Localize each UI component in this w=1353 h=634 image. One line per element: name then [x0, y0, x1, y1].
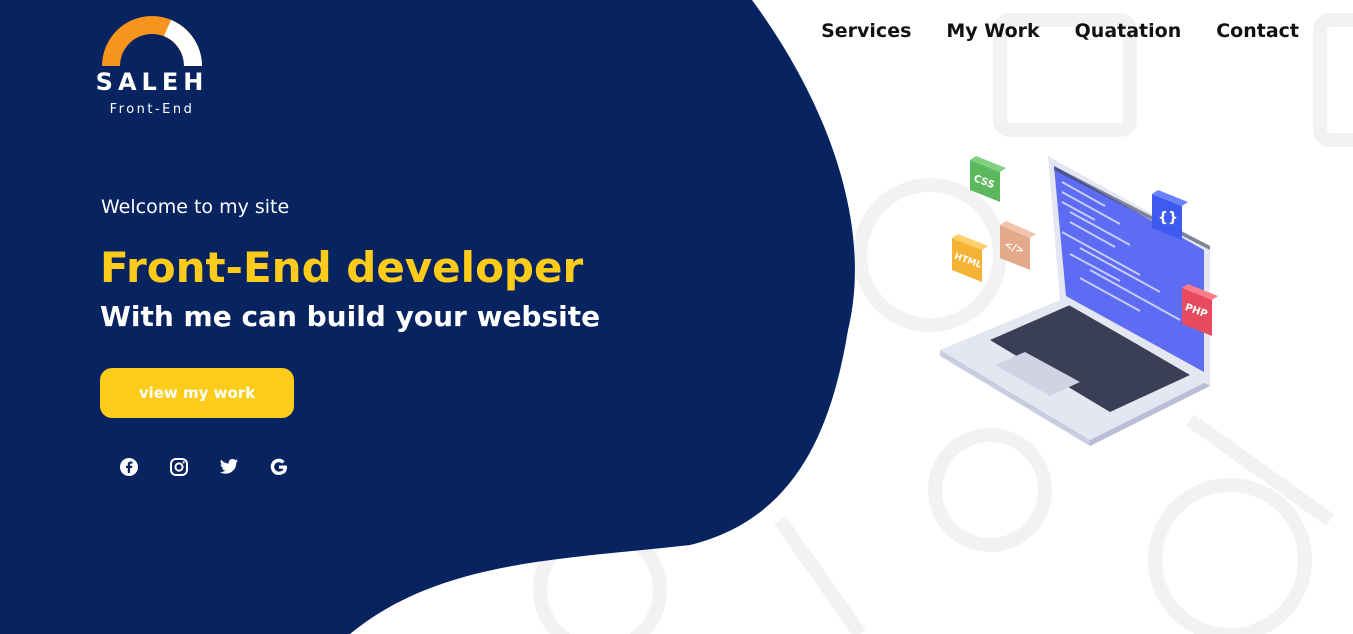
logo[interactable]: SALEH Front-End: [94, 14, 210, 117]
hero-subline: With me can build your website: [100, 300, 601, 333]
logo-arc-icon: [102, 16, 202, 66]
html-badge: HTML: [952, 234, 988, 282]
brand-tagline: Front-End: [109, 102, 195, 117]
braces-badge-label: {}: [1158, 210, 1178, 226]
main-nav: Services My Work Quatation Contact: [821, 20, 1299, 42]
nav-services[interactable]: Services: [821, 20, 911, 42]
code-badge: </>: [1000, 221, 1036, 270]
nav-contact[interactable]: Contact: [1216, 20, 1299, 42]
welcome-text: Welcome to my site: [101, 196, 290, 218]
social-links: [119, 456, 289, 478]
view-my-work-button[interactable]: view my work: [100, 368, 294, 418]
twitter-icon[interactable]: [219, 456, 239, 478]
google-icon[interactable]: [269, 456, 289, 478]
instagram-icon[interactable]: [169, 456, 189, 478]
laptop-illustration: CSS HTML </> {} PHP: [940, 156, 1218, 446]
hero-headline: Front-End developer: [100, 243, 584, 292]
brand-name: SALEH: [95, 68, 209, 96]
css-badge: CSS: [970, 156, 1006, 202]
nav-quatation[interactable]: Quatation: [1075, 20, 1182, 42]
facebook-icon[interactable]: [119, 456, 139, 478]
nav-my-work[interactable]: My Work: [946, 20, 1039, 42]
